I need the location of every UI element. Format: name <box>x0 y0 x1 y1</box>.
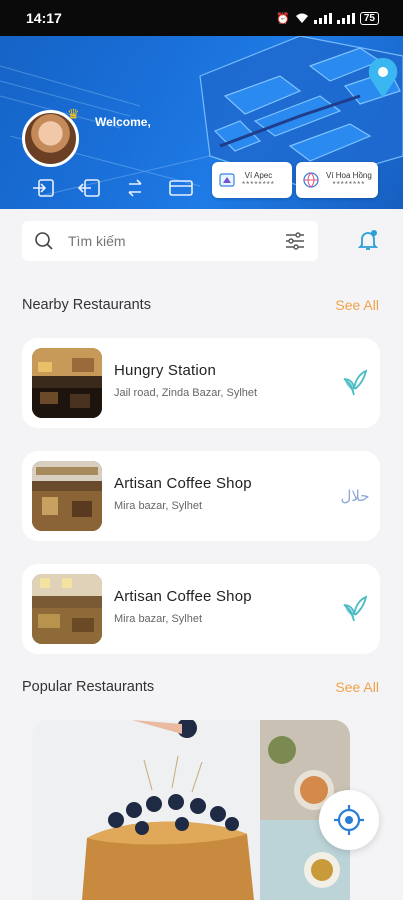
crosshair-icon <box>334 805 364 835</box>
restaurant-address: Mira bazar, Sylhet <box>114 500 203 512</box>
restaurant-name: Artisan Coffee Shop <box>114 475 252 492</box>
wallet-apec[interactable]: Ví Apec ******** <box>212 162 292 198</box>
signal-icon-2 <box>336 12 355 24</box>
restaurant-thumbnail <box>32 461 102 531</box>
crown-icon: ♛ <box>67 106 80 122</box>
status-time: 14:17 <box>26 10 62 26</box>
popular-see-all-link[interactable]: See All <box>335 679 379 695</box>
wallet-label: Ví Apec <box>244 171 273 180</box>
wallet-icon <box>219 173 235 187</box>
filter-icon[interactable] <box>284 231 306 251</box>
popular-title: Popular Restaurants <box>22 679 155 695</box>
login-icon[interactable] <box>30 176 56 200</box>
search-input[interactable] <box>68 233 284 249</box>
status-bar: 14:17 ⏰ 75 <box>0 0 403 36</box>
header-banner: ♛ Welcome, Ví Apec ******** Ví Hoa Hồng … <box>0 36 403 209</box>
restaurant-name: Hungry Station <box>114 362 217 379</box>
restaurant-card[interactable]: Artisan Coffee Shop Mira bazar, Sylhet <box>22 564 380 654</box>
card-icon[interactable] <box>168 176 194 200</box>
restaurant-address: Jail road, Zinda Bazar, Sylhet <box>114 387 258 399</box>
wifi-icon <box>295 13 308 23</box>
leaf-icon <box>340 368 370 398</box>
halal-icon: حلال <box>340 481 370 511</box>
locate-me-button[interactable] <box>319 790 379 850</box>
wallet-balance: ******** <box>242 180 275 189</box>
restaurant-card[interactable]: Hungry Station Jail road, Zinda Bazar, S… <box>22 338 380 428</box>
leaf-icon <box>340 594 370 624</box>
status-icons: ⏰ 75 <box>276 11 379 25</box>
logout-icon[interactable] <box>76 176 102 200</box>
nearby-see-all-link[interactable]: See All <box>335 297 379 313</box>
restaurant-thumbnail <box>32 348 102 418</box>
search-icon <box>35 232 53 250</box>
nearby-title: Nearby Restaurants <box>22 297 151 313</box>
transfer-icon[interactable] <box>122 176 148 200</box>
search-bar <box>22 221 318 261</box>
restaurant-thumbnail <box>32 574 102 644</box>
wallet-hoa-hong[interactable]: Ví Hoa Hồng ******** <box>296 162 378 198</box>
signal-icon <box>313 12 332 24</box>
popular-restaurant-banner[interactable] <box>32 720 350 900</box>
wallet-label: Ví Hoa Hồng <box>326 171 372 180</box>
globe-icon <box>303 172 319 188</box>
welcome-text: Welcome, <box>95 115 151 129</box>
restaurant-card[interactable]: Artisan Coffee Shop Mira bazar, Sylhet ح… <box>22 451 380 541</box>
restaurant-name: Artisan Coffee Shop <box>114 588 252 605</box>
halal-text: حلال <box>340 487 370 505</box>
battery-indicator: 75 <box>359 11 379 25</box>
restaurant-address: Mira bazar, Sylhet <box>114 613 203 625</box>
notification-bell-icon[interactable] <box>356 228 380 252</box>
wallet-balance: ******** <box>332 180 366 189</box>
quick-actions <box>30 176 194 200</box>
alarm-icon: ⏰ <box>276 12 290 25</box>
